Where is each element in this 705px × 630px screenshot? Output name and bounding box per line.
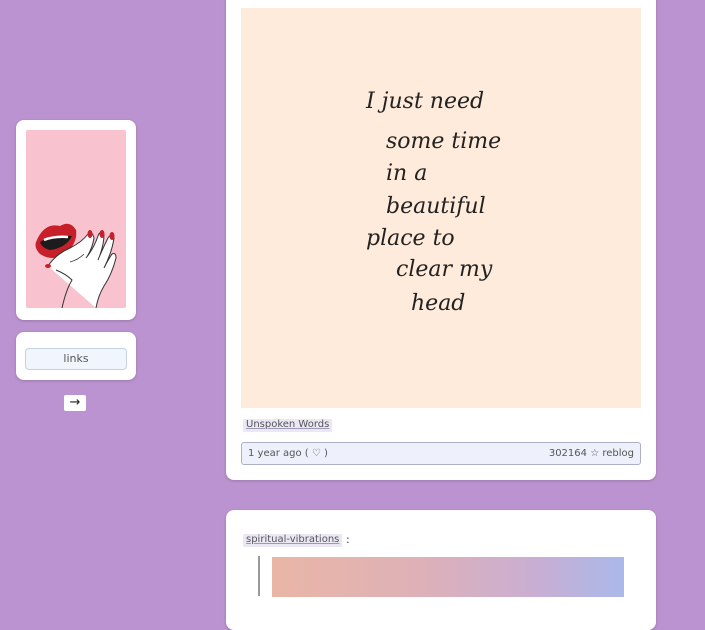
quote-line: clear my xyxy=(396,257,493,282)
post-card: spiritual-vibrations : xyxy=(226,510,656,630)
quote-line: head xyxy=(411,291,465,316)
post-notes: 302164 ☆ reblog xyxy=(549,443,634,464)
handwritten-quote: I just need some time in a beautiful pla… xyxy=(365,89,501,316)
quote-line: I just need xyxy=(365,89,484,114)
avatar-card xyxy=(16,120,136,320)
source-separator: : xyxy=(346,533,350,546)
notes-count[interactable]: 302164 xyxy=(549,448,587,459)
reblog-source-link[interactable]: spiritual-vibrations xyxy=(243,534,343,547)
avatar[interactable] xyxy=(26,130,126,308)
post-image[interactable] xyxy=(272,557,624,597)
post-image[interactable]: I just need some time in a beautiful pla… xyxy=(241,8,641,408)
quote-line: in a xyxy=(386,161,427,186)
lips-and-hand-illustration xyxy=(35,223,117,308)
quote-line: some time xyxy=(386,129,501,154)
post-meta-bar: 1 year ago ( ♡ ) 302164 ☆ reblog xyxy=(241,442,641,465)
links-button[interactable]: links xyxy=(25,348,127,370)
post-timestamp-link[interactable]: 1 year ago ( ♡ ) xyxy=(248,443,328,464)
links-card: links xyxy=(16,332,136,380)
quote-line: beautiful xyxy=(386,194,486,219)
heart-icon[interactable]: ♡ xyxy=(312,448,321,459)
next-page-arrow[interactable]: → xyxy=(64,395,86,411)
quote-line: place to xyxy=(366,226,455,251)
blockquote-bar xyxy=(258,556,260,596)
post-card: I just need some time in a beautiful pla… xyxy=(226,0,656,480)
post-timestamp: 1 year ago xyxy=(248,448,302,459)
star-icon: ☆ xyxy=(590,448,600,459)
reblog-link[interactable]: reblog xyxy=(602,448,634,459)
post-tag[interactable]: Unspoken Words xyxy=(243,419,333,432)
